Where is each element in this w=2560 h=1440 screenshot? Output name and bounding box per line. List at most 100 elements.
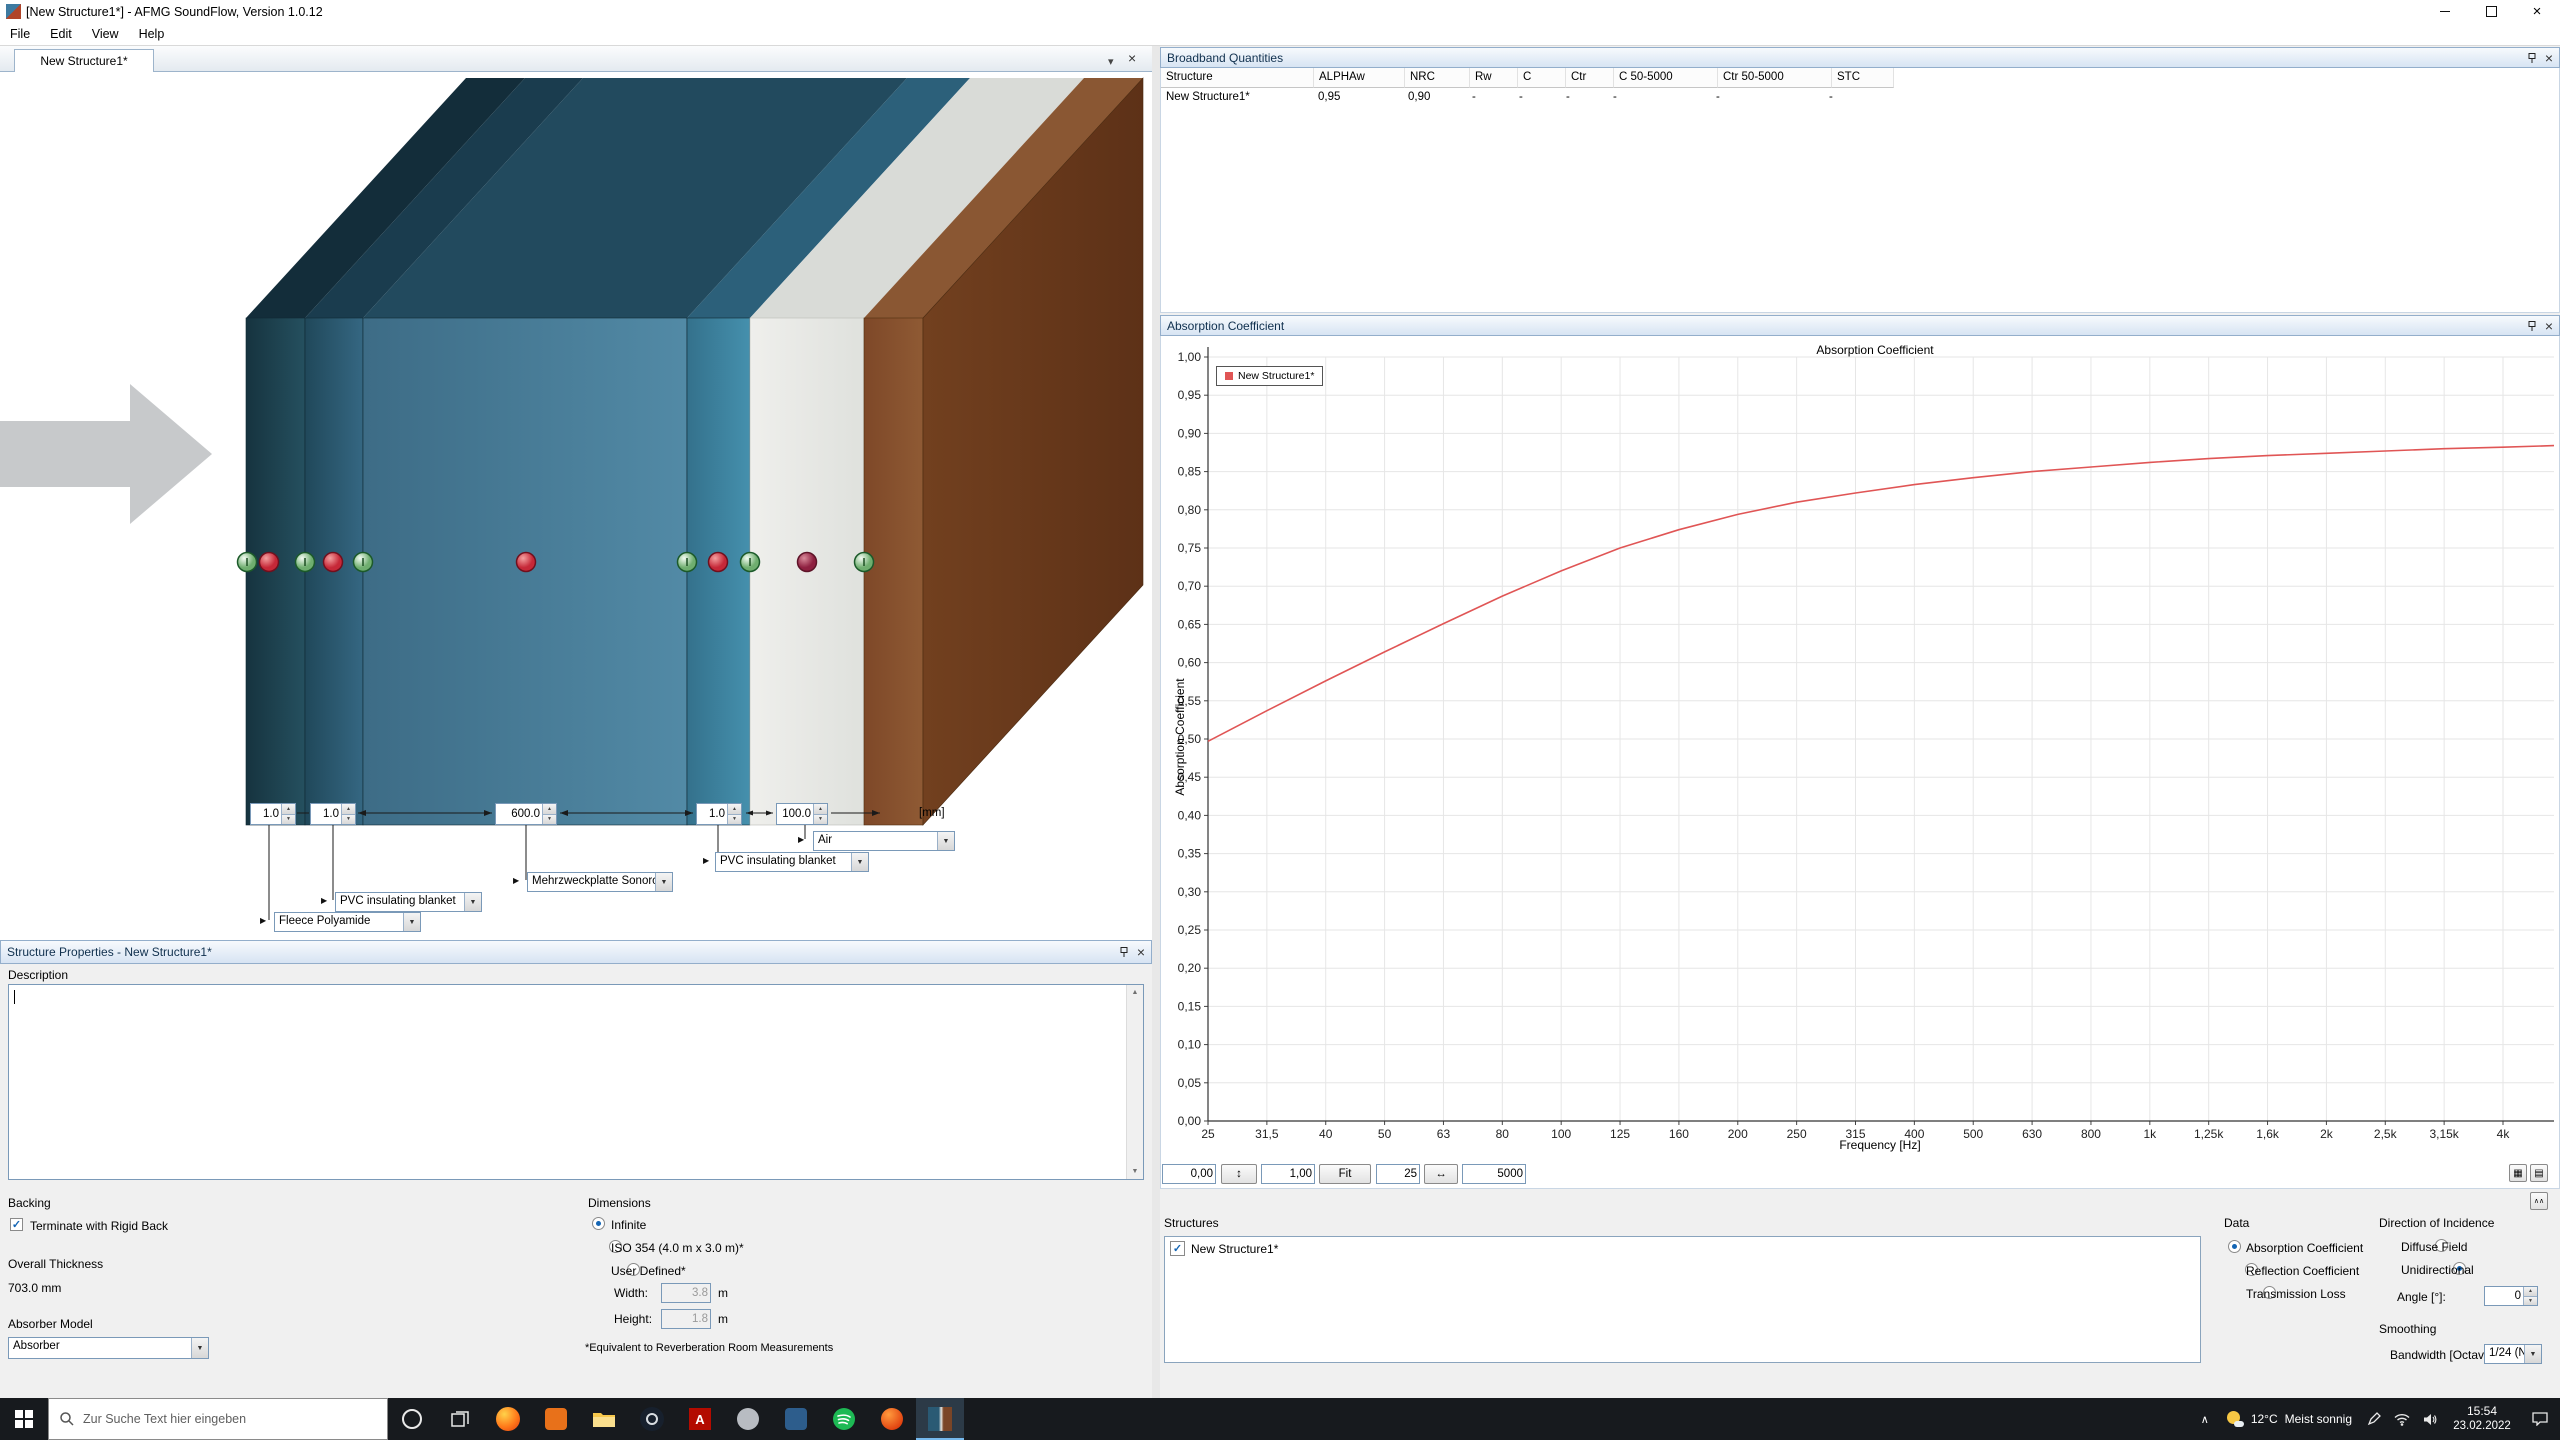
layer5-thickness-input[interactable]: ▲▼ (776, 803, 828, 825)
angle-input[interactable]: ▲▼ (2484, 1286, 2538, 1306)
layer3-thickness-spinner[interactable]: ▲▼ (542, 804, 556, 824)
taskbar-app-spotify[interactable] (820, 1398, 868, 1440)
width-input[interactable] (661, 1283, 711, 1303)
taskbar-app-red[interactable] (868, 1398, 916, 1440)
start-button[interactable] (0, 1398, 48, 1440)
maximize-button[interactable] (2468, 0, 2514, 23)
broadband-data-row[interactable]: New Structure1* 0,95 0,90 - - - - - - (1161, 88, 2559, 108)
pen-tray-button[interactable] (2360, 1398, 2388, 1440)
fit-button[interactable]: Fit (1319, 1164, 1371, 1184)
chart-style-button[interactable]: ▤ (2530, 1164, 2548, 1182)
minimize-button[interactable] (2422, 0, 2468, 23)
structures-list-item[interactable]: ✓ New Structure1* (1165, 1237, 2200, 1260)
layer2-thickness-value[interactable] (311, 804, 341, 824)
cortana-button[interactable] (388, 1398, 436, 1440)
absorber-model-combo[interactable]: Absorber ▼ (8, 1337, 209, 1359)
col-c50[interactable]: C 50-5000 (1614, 68, 1718, 88)
dropdown-arrow-icon[interactable]: ▼ (851, 853, 868, 871)
absorption-chart[interactable]: 0,000,050,100,150,200,250,300,350,400,45… (1162, 337, 2557, 1164)
structure-canvas[interactable]: ▲▼ ▲▼ ▲▼ ▲▼ ▲▼ [mm] ▶ Air ▼ ▶ PVC insula… (0, 72, 1152, 940)
volume-tray-button[interactable] (2416, 1398, 2444, 1440)
window-close-button[interactable]: × (2514, 0, 2560, 23)
network-tray-button[interactable] (2388, 1398, 2416, 1440)
dropdown-arrow-icon[interactable]: ▼ (937, 832, 954, 850)
tab-close-button[interactable]: × (1128, 50, 1136, 68)
y-max-input[interactable] (1261, 1164, 1315, 1184)
scroll-up-icon[interactable]: ▲ (1132, 985, 1139, 1000)
col-rw[interactable]: Rw (1470, 68, 1518, 88)
col-ctr[interactable]: Ctr (1566, 68, 1614, 88)
taskbar-app-soundflow-active[interactable] (916, 1398, 964, 1440)
x-min-input[interactable] (1376, 1164, 1420, 1184)
pin-icon[interactable] (2526, 52, 2538, 64)
width-value[interactable] (662, 1284, 710, 1302)
panel-close-icon[interactable]: × (1137, 947, 1145, 957)
tab-list-button[interactable]: ▾ (1108, 52, 1114, 70)
action-center-button[interactable] (2520, 1398, 2560, 1440)
scroll-down-icon[interactable]: ▼ (1132, 1164, 1139, 1179)
layer4-thickness-input[interactable]: ▲▼ (696, 803, 742, 825)
layer5-thickness-spinner[interactable]: ▲▼ (813, 804, 827, 824)
clock-widget[interactable]: 15:54 23.02.2022 (2444, 1404, 2520, 1434)
menu-file[interactable]: File (0, 24, 40, 44)
taskbar-app-steam[interactable] (628, 1398, 676, 1440)
chart-grid-button[interactable]: ▦ (2509, 1164, 2527, 1182)
y-min-input[interactable] (1162, 1164, 1216, 1184)
layer5-thickness-value[interactable] (777, 804, 813, 824)
taskbar-app-gray[interactable] (724, 1398, 772, 1440)
layer5-material-combo[interactable]: Air ▼ (813, 831, 955, 851)
layer3-material-combo[interactable]: Mehrzweckplatte Sonorc ▼ (527, 872, 673, 892)
angle-spinner[interactable]: ▲▼ (2523, 1287, 2537, 1305)
layer1-thickness-spinner[interactable]: ▲▼ (281, 804, 295, 824)
dropdown-arrow-icon[interactable]: ▼ (403, 913, 420, 931)
taskbar-app-orange[interactable] (532, 1398, 580, 1440)
description-textarea[interactable]: ▲ ▼ (8, 984, 1144, 1180)
x-max-input[interactable] (1462, 1164, 1526, 1184)
layer1-front-face[interactable] (246, 318, 305, 825)
menu-edit[interactable]: Edit (40, 24, 82, 44)
bandwidth-combo[interactable]: 1/24 (Nc ▼ (2484, 1344, 2542, 1364)
panel-close-icon[interactable]: × (2545, 321, 2553, 331)
pin-icon[interactable] (2526, 320, 2538, 332)
col-structure[interactable]: Structure (1161, 68, 1314, 88)
height-input[interactable] (661, 1309, 711, 1329)
structures-listbox[interactable]: ✓ New Structure1* (1164, 1236, 2201, 1363)
col-ctr50[interactable]: Ctr 50-5000 (1718, 68, 1832, 88)
terminate-rigid-back-checkbox[interactable]: ✓ (10, 1218, 23, 1231)
col-c[interactable]: C (1518, 68, 1566, 88)
weather-widget[interactable]: 12°C Meist sonnig (2218, 1410, 2360, 1428)
dropdown-arrow-icon[interactable]: ▼ (2524, 1345, 2541, 1363)
layer4-thickness-value[interactable] (697, 804, 727, 824)
height-value[interactable] (662, 1310, 710, 1328)
taskbar-search-box[interactable]: Zur Suche Text hier eingeben (48, 1398, 388, 1440)
panel-close-icon[interactable]: × (2545, 53, 2553, 63)
col-stc[interactable]: STC (1832, 68, 1894, 88)
col-alphaw[interactable]: ALPHAw (1314, 68, 1405, 88)
layer2-thickness-input[interactable]: ▲▼ (310, 803, 356, 825)
menu-view[interactable]: View (82, 24, 129, 44)
y-autoscale-button[interactable]: ↕ (1221, 1164, 1257, 1184)
structure-checkbox[interactable]: ✓ (1170, 1241, 1185, 1256)
hidden-icons-button[interactable]: ∧ (2192, 1398, 2218, 1440)
x-autoscale-button[interactable]: ↔ (1424, 1164, 1458, 1184)
layer1-thickness-input[interactable]: ▲▼ (250, 803, 296, 825)
dropdown-arrow-icon[interactable]: ▼ (464, 893, 481, 911)
collapse-panel-button[interactable]: ∧∧ (2530, 1192, 2548, 1210)
layer1-thickness-value[interactable] (251, 804, 281, 824)
taskbar-app-blue[interactable] (772, 1398, 820, 1440)
tab-new-structure1[interactable]: New Structure1* (14, 49, 154, 72)
layer4-thickness-spinner[interactable]: ▲▼ (727, 804, 741, 824)
pin-icon[interactable] (1118, 946, 1130, 958)
layer2-thickness-spinner[interactable]: ▲▼ (341, 804, 355, 824)
structure-3d-view[interactable] (0, 72, 1152, 940)
menu-help[interactable]: Help (129, 24, 175, 44)
taskbar-app-adobe[interactable]: A (676, 1398, 724, 1440)
absorption-coefficient-radio[interactable] (2228, 1240, 2241, 1253)
col-nrc[interactable]: NRC (1405, 68, 1470, 88)
layer2-material-combo[interactable]: PVC insulating blanket ▼ (335, 892, 482, 912)
dropdown-arrow-icon[interactable]: ▼ (191, 1338, 208, 1358)
backing-front-face[interactable] (864, 318, 923, 825)
layer3-thickness-value[interactable] (496, 804, 542, 824)
pane-splitter[interactable] (1152, 46, 1160, 1398)
description-scrollbar[interactable]: ▲ ▼ (1126, 985, 1143, 1179)
